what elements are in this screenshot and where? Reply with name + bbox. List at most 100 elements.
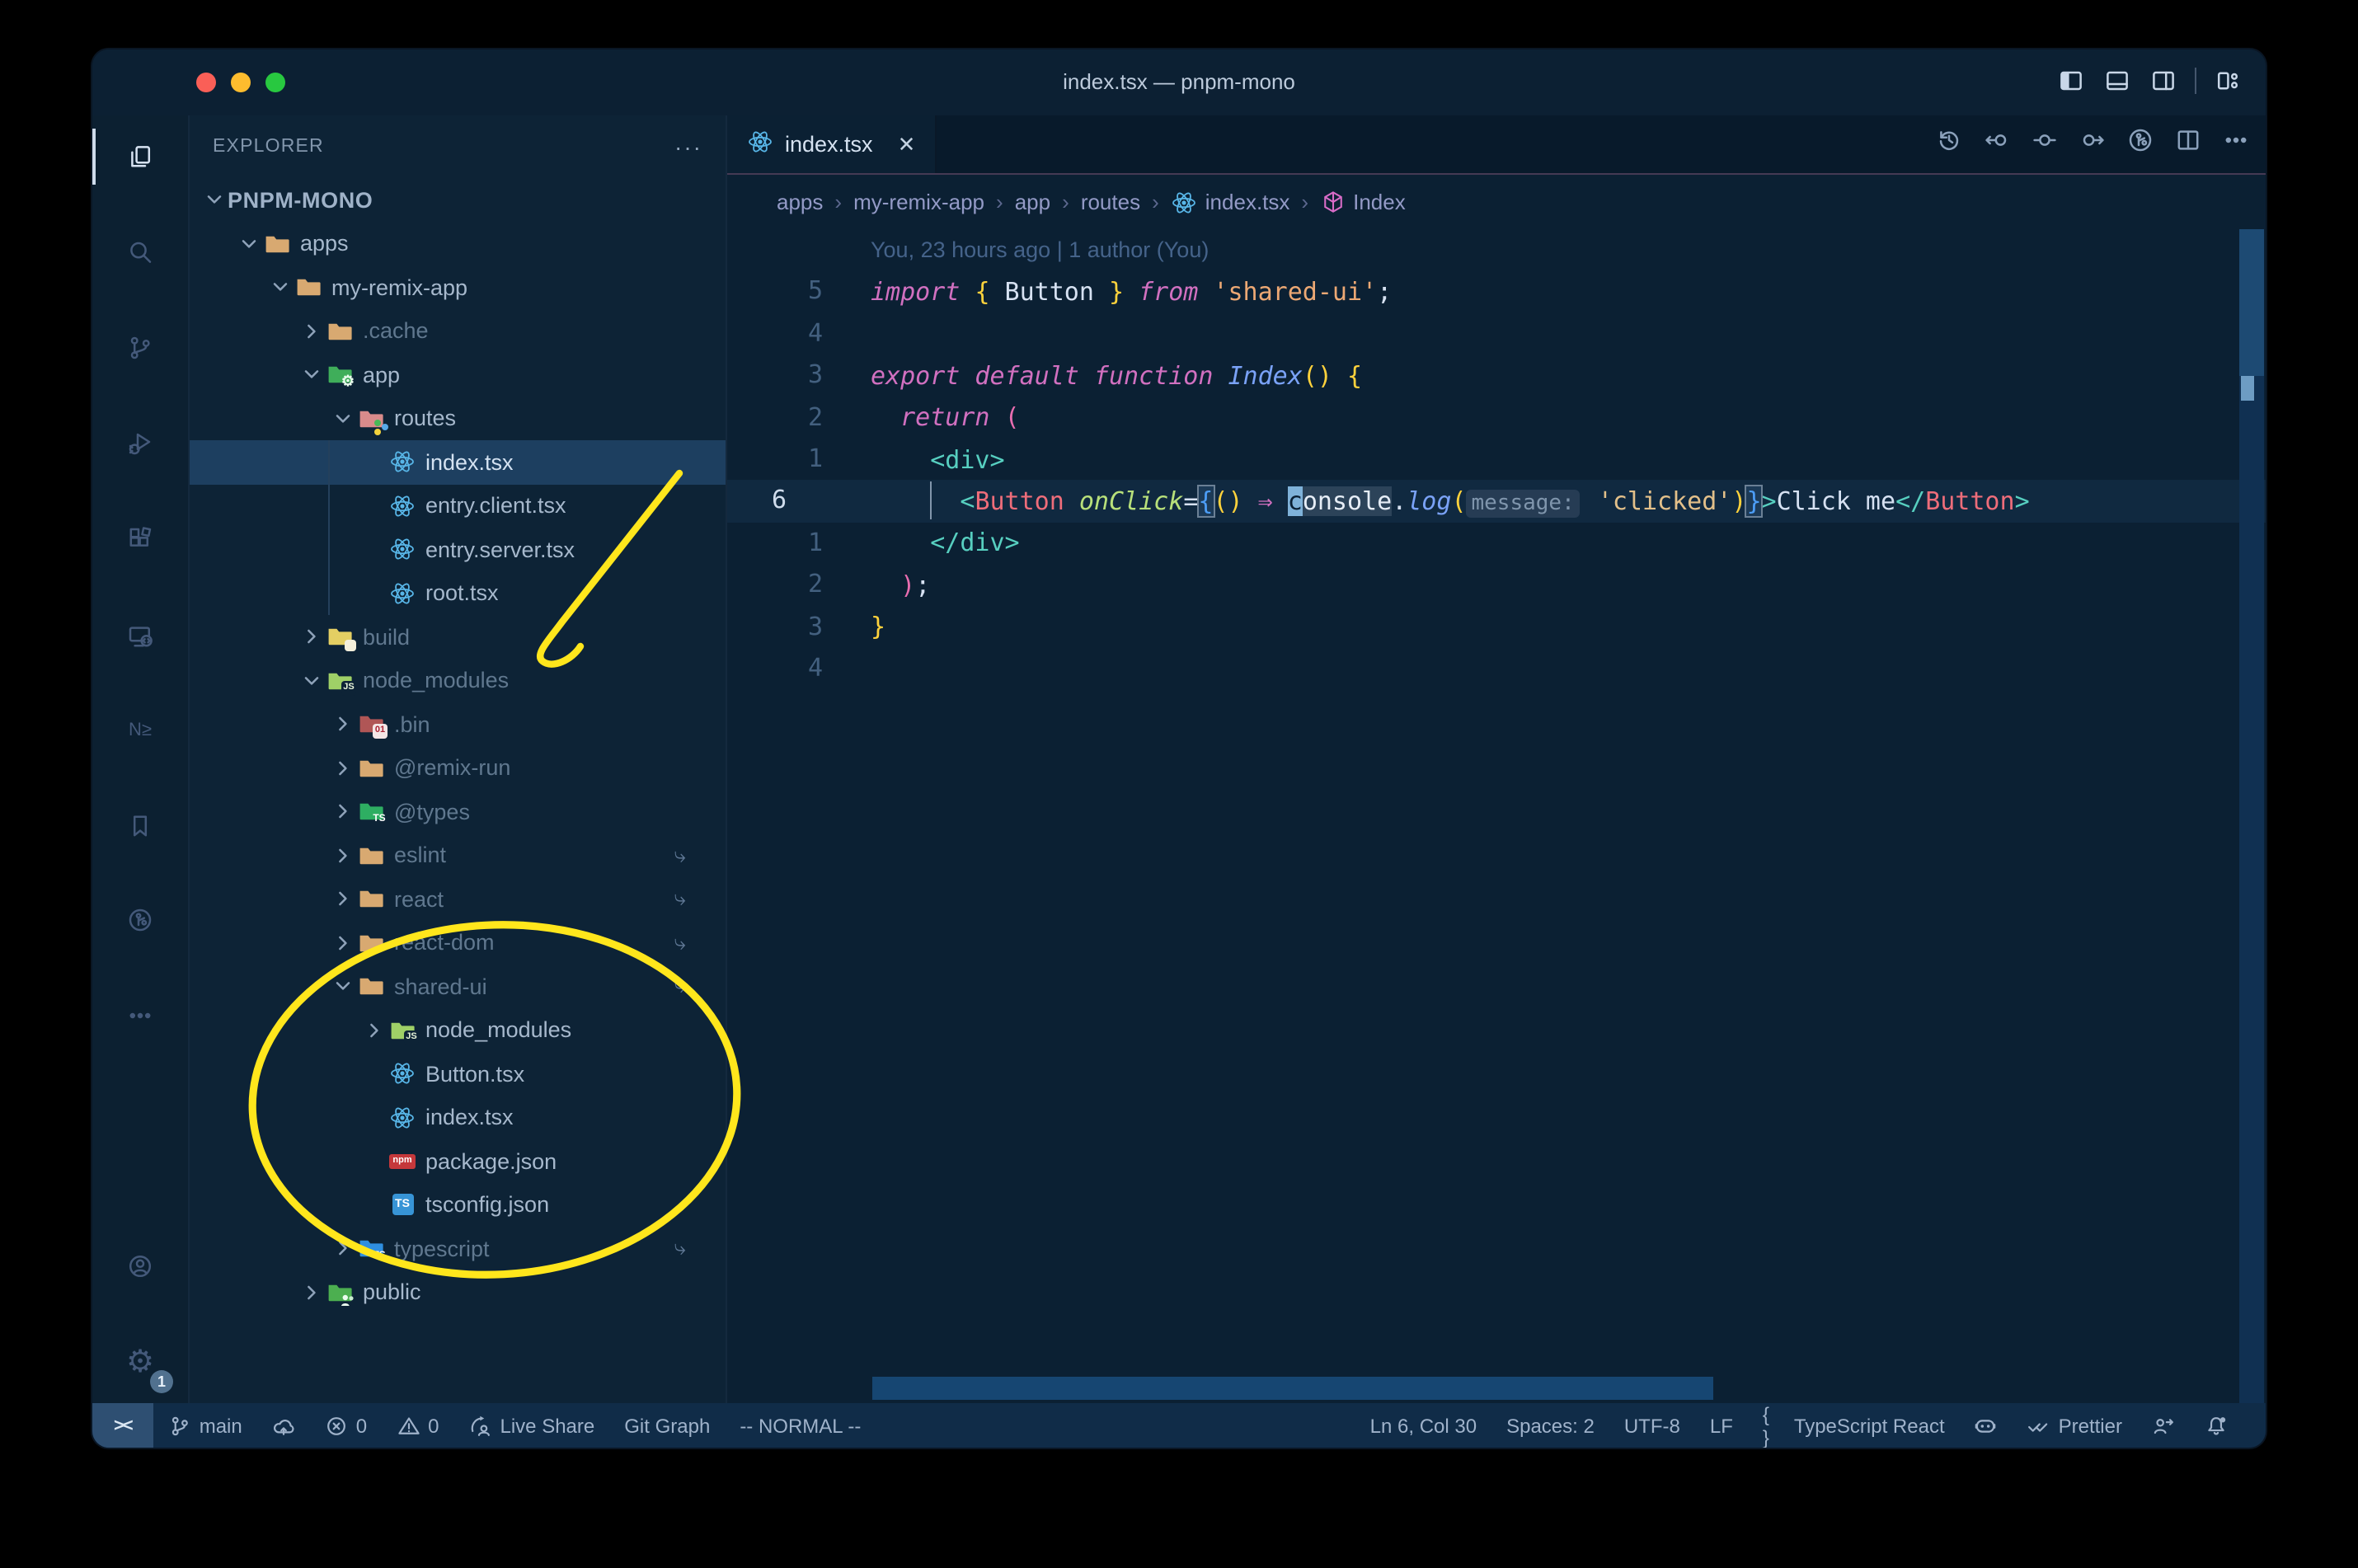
tree-item-entry.client.tsx[interactable]: entry.client.tsx: [190, 484, 726, 528]
workspace-root[interactable]: PNPM-MONO: [190, 178, 726, 222]
tree-item-app[interactable]: ⚙ app: [190, 353, 726, 397]
react-icon: [747, 129, 773, 160]
tree-item-react-dom[interactable]: react-dom ⤷: [190, 921, 726, 965]
breadcrumb-item-index.tsx[interactable]: index.tsx: [1171, 189, 1289, 215]
tree-item-.cache[interactable]: .cache: [190, 309, 726, 353]
code-line[interactable]: 1 <div>: [727, 439, 2266, 481]
tree-item-react[interactable]: react ⤷: [190, 877, 726, 921]
chevron-right-icon: [328, 799, 356, 825]
code-line[interactable]: 3}: [727, 606, 2266, 648]
code-line[interactable]: 4: [727, 648, 2266, 690]
breadcrumb-item-my-remix-app[interactable]: my-remix-app: [853, 190, 984, 214]
activity-search[interactable]: [92, 211, 188, 293]
activity-settings[interactable]: ⚙ 1: [92, 1321, 188, 1403]
status-indentation[interactable]: Spaces: 2: [1491, 1403, 1609, 1448]
npm-icon: npm: [388, 1148, 417, 1175]
status-remote-indicator[interactable]: ><: [92, 1403, 153, 1448]
tree-item-root.tsx[interactable]: root.tsx: [190, 571, 726, 615]
breadcrumb-item-apps[interactable]: apps: [777, 190, 823, 214]
line-number: 6: [772, 485, 787, 515]
code-line[interactable]: 1 </div>: [727, 522, 2266, 564]
tree-item-.bin[interactable]: 01 .bin: [190, 702, 726, 746]
more-icon[interactable]: [2223, 127, 2249, 162]
status-eol[interactable]: LF: [1695, 1403, 1748, 1448]
settings-badge: 1: [150, 1370, 173, 1393]
status-sync[interactable]: [257, 1403, 310, 1448]
activity-nx-console[interactable]: N≥: [92, 688, 188, 770]
tree-item-node_modules[interactable]: JS node_modules: [190, 659, 726, 702]
folder-icon: [262, 231, 292, 257]
explorer-more-actions-icon[interactable]: ···: [674, 134, 702, 160]
status-git-graph[interactable]: Git Graph: [609, 1403, 725, 1448]
status-errors[interactable]: 0: [310, 1403, 382, 1448]
activity-source-control[interactable]: [92, 307, 188, 389]
activity-bookmarks[interactable]: [92, 785, 188, 867]
tree-item-typescript[interactable]: TS typescript ⤷: [190, 1227, 726, 1270]
breadcrumb-item-Index[interactable]: Index: [1320, 190, 1406, 214]
chevron-right-icon: [328, 930, 356, 956]
status-cursor-position[interactable]: Ln 6, Col 30: [1355, 1403, 1491, 1448]
status-git-branch[interactable]: main: [153, 1403, 257, 1448]
tree-item-eslint[interactable]: eslint ⤷: [190, 833, 726, 877]
activity-gitlens[interactable]: [92, 879, 188, 961]
tree-item-entry.server.tsx[interactable]: entry.server.tsx: [190, 528, 726, 571]
gitlens-icon[interactable]: [2127, 127, 2154, 162]
tree-item-@types[interactable]: TS @types: [190, 790, 726, 833]
code-line[interactable]: 2 );: [727, 564, 2266, 606]
tree-item-apps[interactable]: apps: [190, 222, 726, 265]
activity-extensions[interactable]: [92, 498, 188, 580]
activity-remote-explorer[interactable]: [92, 595, 188, 678]
status-copilot[interactable]: [1960, 1403, 2013, 1448]
tree-item-tsconfig.json[interactable]: TS tsconfig.json: [190, 1183, 726, 1227]
tab-index-tsx[interactable]: index.tsx ✕: [727, 115, 937, 173]
tree-item-@remix-run[interactable]: @remix-run: [190, 746, 726, 790]
layout-sidebar-right-icon[interactable]: [2149, 66, 2178, 96]
activity-explorer[interactable]: [92, 115, 188, 198]
code-line[interactable]: 4: [727, 313, 2266, 355]
activity-account[interactable]: [92, 1225, 188, 1307]
tree-item-shared-ui[interactable]: shared-ui ⤷: [190, 965, 726, 1008]
status-prettier[interactable]: Prettier: [2013, 1403, 2137, 1448]
layout-sidebar-left-icon[interactable]: [2056, 66, 2086, 96]
diff-next-icon[interactable]: [2079, 127, 2106, 162]
folder-icon: [356, 843, 386, 869]
status-vim-mode[interactable]: -- NORMAL --: [725, 1403, 876, 1448]
diff-prev-icon[interactable]: [1984, 127, 2010, 162]
status-feedback[interactable]: [2137, 1403, 2190, 1448]
code-editor[interactable]: You, 23 hours ago | 1 author (You) 5 impor…: [727, 229, 2266, 1403]
tree-item-Button.tsx[interactable]: Button.tsx: [190, 1052, 726, 1096]
react-icon: [388, 1105, 417, 1131]
status-live-share[interactable]: Live Share: [454, 1403, 610, 1448]
status-warnings[interactable]: 0: [382, 1403, 453, 1448]
split-editor-icon[interactable]: [2175, 127, 2201, 162]
breadcrumb-item-routes[interactable]: routes: [1081, 190, 1140, 214]
history-icon[interactable]: [1936, 127, 1962, 162]
folder-types-icon: TS: [356, 799, 386, 825]
horizontal-scrollbar[interactable]: [872, 1377, 1713, 1400]
code-line[interactable]: 2 return (: [727, 397, 2266, 439]
tree-item-routes[interactable]: routes: [190, 397, 726, 440]
status-language-mode[interactable]: { } TypeScript React: [1748, 1402, 1960, 1448]
activity-more-views[interactable]: [92, 974, 188, 1057]
close-tab-icon[interactable]: ✕: [898, 131, 916, 157]
activity-run-debug[interactable]: [92, 402, 188, 485]
layout-panel-icon[interactable]: [2102, 66, 2132, 96]
line-number: 4: [807, 652, 823, 683]
tree-item-my-remix-app[interactable]: my-remix-app: [190, 265, 726, 309]
layout-customize-icon[interactable]: [2213, 66, 2243, 96]
tree-item-public[interactable]: public: [190, 1270, 726, 1314]
breadcrumb-item-app[interactable]: app: [1015, 190, 1050, 214]
diff-current-icon[interactable]: [2032, 127, 2058, 162]
tree-item-index.tsx[interactable]: index.tsx: [190, 440, 726, 484]
tree-item-index.tsx[interactable]: index.tsx: [190, 1096, 726, 1139]
code-line[interactable]: 6 <Button onClick={() ⇒ console.log(mess…: [727, 480, 2266, 523]
status-encoding[interactable]: UTF-8: [1609, 1403, 1695, 1448]
vertical-scrollbar[interactable]: [2239, 229, 2264, 1403]
tree-item-build[interactable]: build: [190, 615, 726, 659]
blame-annotation-line[interactable]: You, 23 hours ago | 1 author (You): [727, 229, 2266, 271]
status-notifications[interactable]: [2190, 1403, 2243, 1448]
code-line[interactable]: 5 import { Button } from 'shared-ui';: [727, 271, 2266, 313]
code-line[interactable]: 3 export default function Index() {: [727, 354, 2266, 397]
tree-item-package.json[interactable]: npm package.json: [190, 1139, 726, 1183]
tree-item-node_modules[interactable]: JS node_modules: [190, 1008, 726, 1052]
